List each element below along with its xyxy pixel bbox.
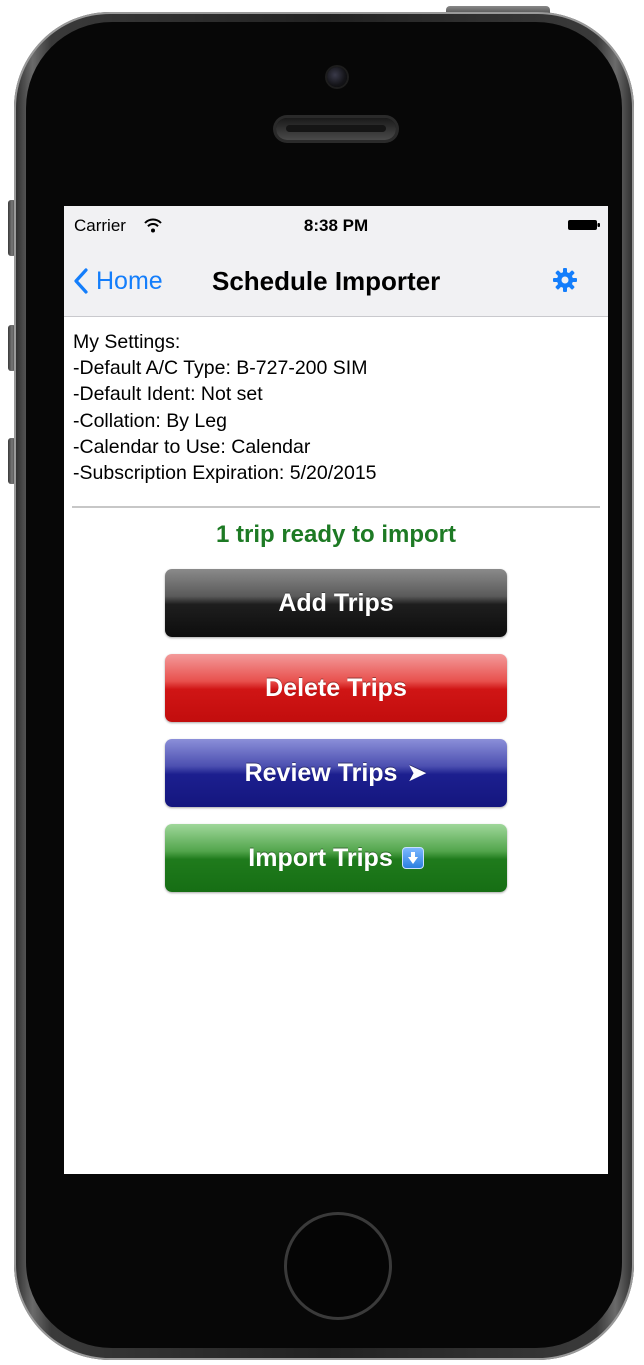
front-camera [327,67,347,87]
divider [72,506,600,508]
setting-ac-type: -Default A/C Type: B-727-200 SIM [73,357,368,380]
status-bar: Carrier 8:38 PM [64,206,608,246]
earpiece-speaker [276,118,396,140]
review-trips-button[interactable]: Review Trips ➤ [165,739,507,807]
trip-status-message: 1 trip ready to import [215,521,457,548]
import-trips-label: Import Trips [248,843,393,872]
setting-ident: -Default Ident: Not set [73,383,263,406]
settings-summary: My Settings: -Default A/C Type: B-727-20… [73,329,377,486]
back-button[interactable]: Home [74,264,163,298]
device-frame: Carrier 8:38 PM Home Schedule Importer M… [0,0,644,1365]
gear-icon[interactable] [552,267,578,293]
chevron-left-icon [74,268,88,294]
back-button-label: Home [96,266,163,295]
add-trips-button[interactable]: Add Trips [165,569,507,637]
navigation-bar: Home Schedule Importer [64,246,608,316]
page-title: Schedule Importer [212,266,441,296]
app-screen: Carrier 8:38 PM Home Schedule Importer M… [64,206,608,1174]
clock-label: 8:38 PM [303,216,369,235]
import-trips-button[interactable]: Import Trips [165,824,507,892]
download-icon [401,847,424,869]
add-trips-label: Add Trips [278,588,394,617]
review-trips-label: Review Trips [244,758,398,787]
setting-calendar: -Calendar to Use: Calendar [73,435,311,458]
setting-subscription: -Subscription Expiration: 5/20/2015 [73,462,377,485]
battery-icon [568,220,600,230]
delete-trips-button[interactable]: Delete Trips [165,654,507,722]
top-bars: Carrier 8:38 PM Home Schedule Importer [64,206,608,317]
arrow-right-icon: ➤ [406,758,428,787]
settings-heading: My Settings: [73,331,181,353]
delete-trips-label: Delete Trips [265,673,407,702]
home-button[interactable] [284,1212,392,1320]
setting-collation: -Collation: By Leg [73,409,227,432]
